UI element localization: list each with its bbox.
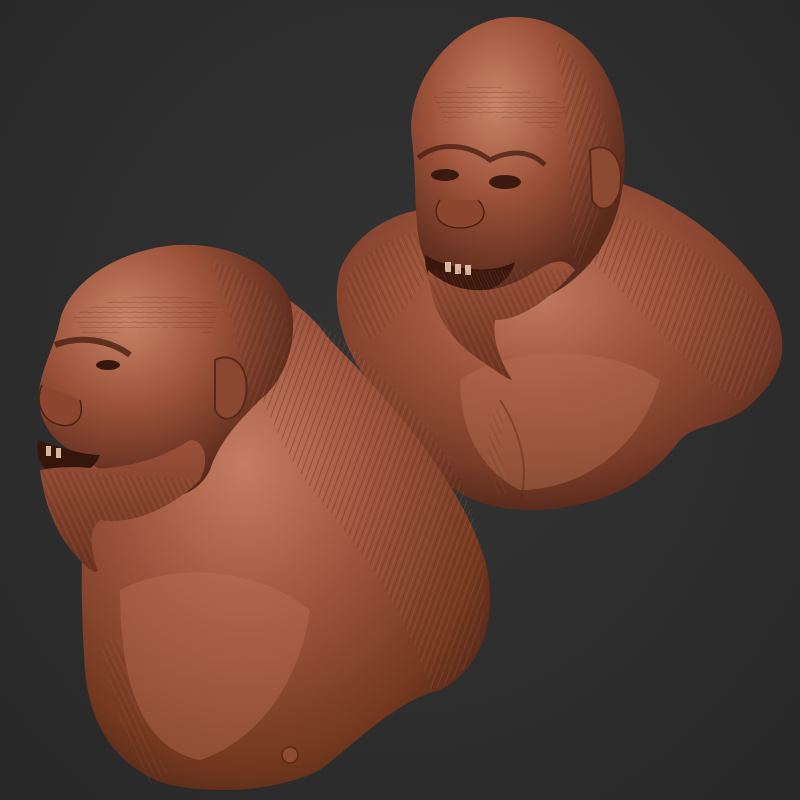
sculpt-render [37,16,783,790]
eye-left-bust [96,360,120,370]
eye-right-right-bust [489,175,521,189]
eye-left-right-bust [431,169,459,181]
ear-left-bust [214,356,248,420]
nipple [281,746,299,764]
sculpt-viewport [0,0,800,800]
